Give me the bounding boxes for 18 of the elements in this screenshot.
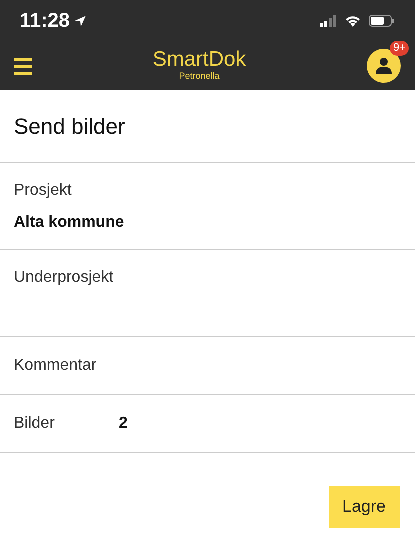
app-title: SmartDok <box>152 48 246 70</box>
field-label: Bilder <box>14 414 56 434</box>
wifi-icon <box>345 15 361 27</box>
battery-icon <box>369 15 395 27</box>
field-value: 2 <box>119 414 128 434</box>
app-subtitle: Petronella <box>179 70 220 83</box>
save-button[interactable]: Lagre <box>328 486 400 528</box>
field-label: Prosjekt <box>14 181 73 201</box>
signal-icon <box>320 15 337 27</box>
person-icon <box>374 57 393 75</box>
page-title: Send bilder <box>0 90 415 163</box>
location-arrow-icon <box>74 14 88 28</box>
status-time: 11:28 <box>20 9 70 34</box>
notification-badge: 9+ <box>390 41 409 56</box>
field-value[interactable]: Alta kommune <box>14 211 401 235</box>
field-label: Kommentar <box>14 356 97 376</box>
menu-button[interactable] <box>14 57 32 75</box>
field-label: Underprosjekt <box>14 268 115 288</box>
